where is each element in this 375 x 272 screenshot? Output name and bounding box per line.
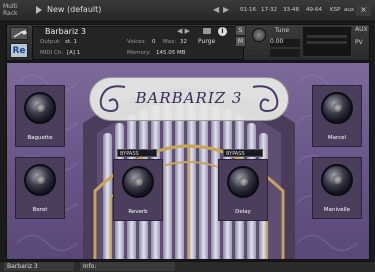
max-voices-label: Max: [163,39,177,45]
aux-button[interactable]: AUX [355,27,368,33]
level-meter-left [307,35,347,38]
reverb-control: Reverb [113,159,163,221]
marcel-knob[interactable] [321,92,353,124]
instrument-logo: Re [10,43,28,58]
rack-tab-33-48[interactable]: 33-48 [283,7,299,14]
beret-label: Beret [32,207,48,213]
manivelle-knob[interactable] [321,164,353,196]
pv-button[interactable]: PV [355,40,363,46]
rack-tab-ksp[interactable]: KSP [330,7,340,14]
midi-channel-selector[interactable]: [A] 1 [67,50,80,57]
voices-label: Voices: [127,39,147,45]
marcel-control: Marcel [312,85,362,147]
max-voices-value[interactable]: 32 [180,39,187,46]
solo-button[interactable]: S [235,25,246,36]
manivelle-label: Manivelle [323,207,351,213]
purge-button[interactable]: Purge [198,39,215,45]
rack-name[interactable]: New (default) [47,6,101,14]
flourish-right-icon [252,85,279,113]
status-instrument-tab[interactable]: Barbariz 3 [4,262,74,271]
output-selector[interactable]: st. 1 [65,39,77,46]
rack-tab-aux[interactable]: aux [344,7,354,14]
voices-value: 0 [152,39,156,45]
tune-knob[interactable] [252,28,266,42]
rack-tab-17-32[interactable]: 17-32 [261,7,277,14]
multi-rack-label-line2: Rack [3,10,18,17]
reverb-label: Reverb [128,209,148,215]
camera-icon[interactable] [203,28,211,34]
rack-next-button[interactable]: ▶ [223,6,229,14]
instrument-title: BARBARIZ 3 [135,89,243,107]
level-meter-right [307,41,347,44]
rack-tab-01-16[interactable]: 01-16 [240,7,256,14]
memory-label: Memory: [127,50,151,56]
mute-button[interactable]: M [235,36,246,47]
rack-tab-49-64[interactable]: 49-64 [306,7,322,14]
manivelle-control: Manivelle [312,157,362,219]
pan-slider[interactable] [270,49,300,57]
delay-control: Delay [218,159,268,221]
wrench-icon[interactable] [10,27,28,40]
output-label: Output: [40,39,61,45]
baguette-control: Baguette [15,85,65,147]
delay-type-dropdown[interactable]: BYPASS [223,149,263,157]
info-icon[interactable]: i [218,27,227,36]
instrument-nav-arrows[interactable]: ◀ ▶ [177,28,190,35]
instrument-side-buttons: S M [235,25,246,58]
instrument-name[interactable]: Barbariz 3 [45,28,86,36]
rack-expand-icon[interactable] [36,6,42,14]
multi-rack-label-line1: Multi [3,3,18,10]
baguette-knob[interactable] [24,92,56,124]
beret-control: Beret [15,157,65,219]
tune-label: Tune [275,27,290,34]
instrument-panel: BARBARIZ 3 Baguette Beret Marcel Manivel… [6,62,370,260]
flourish-left-icon [99,85,126,113]
beret-knob[interactable] [24,164,56,196]
close-icon[interactable]: × [356,4,371,16]
midi-channel-label: MIDI Ch: [40,50,64,56]
marcel-label: Marcel [327,135,347,141]
level-meter [302,26,352,57]
delay-label: Delay [235,209,251,215]
rack-prev-button[interactable]: ◀ [213,6,219,14]
reverb-knob[interactable] [122,166,154,198]
tune-value[interactable]: 0.00 [270,39,300,47]
status-info-field: Info: [80,262,175,271]
memory-value: 145.05 MB [156,50,186,56]
delay-knob[interactable] [227,166,259,198]
reverb-type-dropdown[interactable]: BYPASS [117,149,157,157]
baguette-label: Baguette [27,135,53,141]
multi-rack-label: Multi Rack [3,3,18,17]
